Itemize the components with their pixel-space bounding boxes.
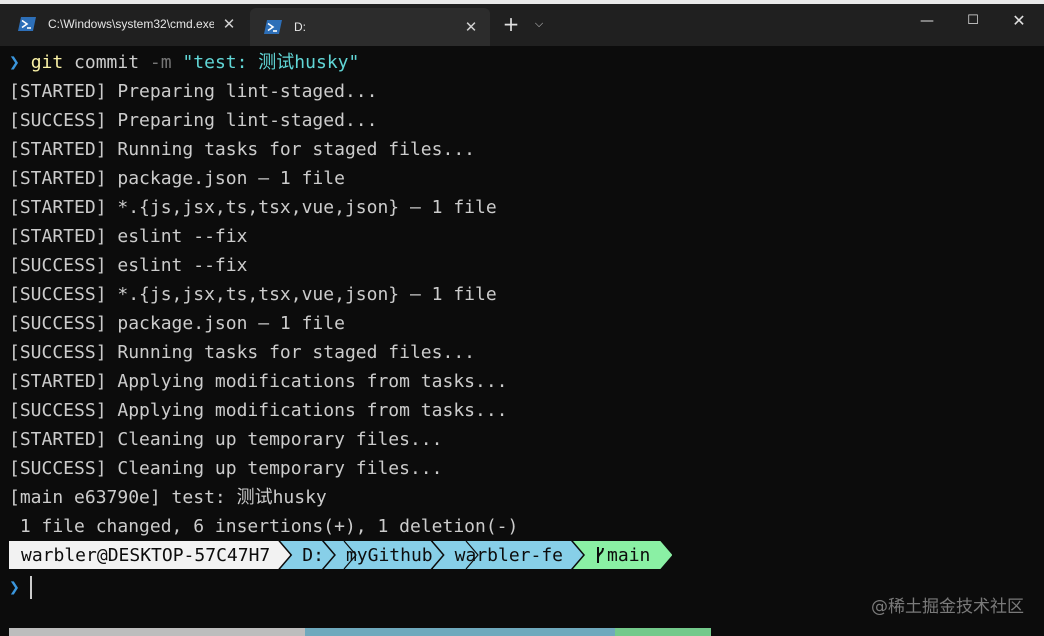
tab-close-icon[interactable]: ✕	[214, 15, 244, 33]
command-flag: -m	[149, 52, 172, 73]
tab-cmd[interactable]: C:\Windows\system32\cmd.exe ✕	[4, 8, 248, 40]
output-line: [SUCCESS] Running tasks for staged files…	[9, 342, 475, 363]
tab-dropdown-button[interactable]: ⌵	[528, 10, 550, 38]
prompt-chevron-icon: ❯	[9, 52, 20, 73]
command-subcommand: commit	[74, 52, 140, 73]
text-cursor[interactable]	[30, 576, 32, 599]
input-prompt-chevron-icon: ❯	[9, 577, 20, 598]
maximize-button[interactable]: ☐	[950, 4, 996, 38]
title-bar-edge	[0, 0, 1044, 4]
new-tab-button[interactable]: +	[496, 10, 526, 38]
watermark: @稀土掘金技术社区	[871, 597, 1024, 617]
powershell-icon	[18, 17, 36, 31]
ghost-segment	[9, 628, 305, 636]
output-line: [STARTED] package.json — 1 file	[9, 168, 345, 189]
output-line: [SUCCESS] Cleaning up temporary files...	[9, 458, 443, 479]
separator-chevron	[343, 541, 357, 569]
minimize-button[interactable]: —	[904, 4, 950, 38]
output-line: [SUCCESS] Applying modifications from ta…	[9, 400, 508, 421]
tab-d-drive[interactable]: D: ✕	[250, 8, 490, 46]
powershell-icon	[264, 20, 282, 34]
output-line: [SUCCESS] Preparing lint-staged...	[9, 110, 378, 131]
output-line: [STARTED] Running tasks for staged files…	[9, 139, 475, 160]
close-window-button[interactable]: ✕	[996, 4, 1042, 38]
cropped-bottom-strip	[0, 628, 1044, 636]
prompt-separators	[343, 541, 479, 569]
commit-summary-line: [main e63790e] test: 测试husky	[9, 487, 327, 508]
output-line: [STARTED] *.{js,jsx,ts,tsx,vue,json} — 1…	[9, 197, 497, 218]
command-line: ❯ git commit -m "test: 测试husky"	[9, 48, 359, 77]
tab-close-icon[interactable]: ✕	[456, 18, 486, 36]
output-line: [STARTED] Cleaning up temporary files...	[9, 429, 443, 450]
tab-title: C:\Windows\system32\cmd.exe	[48, 17, 214, 31]
ghost-segment	[305, 628, 615, 636]
output-line: [STARTED] Applying modifications from ta…	[9, 371, 508, 392]
diff-stat-line: 1 file changed, 6 insertions(+), 1 delet…	[9, 516, 519, 537]
command-message: "test: 测试husky"	[182, 52, 360, 73]
output-line: [STARTED] Preparing lint-staged...	[9, 81, 378, 102]
command-program: git	[30, 52, 64, 73]
output-line: [SUCCESS] *.{js,jsx,ts,tsx,vue,json} — 1…	[9, 284, 497, 305]
output-line: [SUCCESS] eslint --fix	[9, 255, 248, 276]
ghost-segment	[615, 628, 711, 636]
tab-title: D:	[294, 20, 306, 34]
separator-chevron	[465, 541, 479, 569]
title-bar: C:\Windows\system32\cmd.exe ✕ D: ✕ + ⌵ —…	[0, 0, 1044, 46]
output-line: [STARTED] eslint --fix	[9, 226, 248, 247]
output-line: [SUCCESS] package.json — 1 file	[9, 313, 345, 334]
